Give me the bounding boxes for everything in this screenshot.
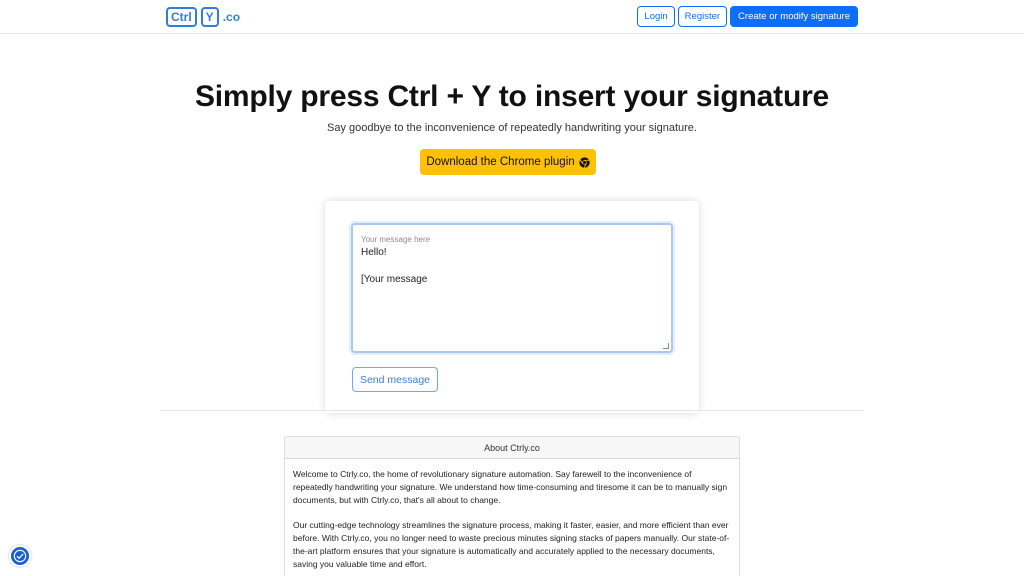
- resize-handle[interactable]: [663, 343, 669, 349]
- download-button-label: Download the Chrome plugin: [426, 156, 575, 168]
- section-divider: [160, 410, 864, 411]
- message-textarea[interactable]: Your message here Hello! [Your message: [351, 223, 673, 353]
- hero-title: Simply press Ctrl + Y to insert your sig…: [194, 80, 830, 113]
- logo-part-y: Y: [200, 7, 219, 27]
- register-button[interactable]: Register: [677, 6, 728, 27]
- hero-subtitle: Say goodbye to the inconvenience of repe…: [327, 122, 697, 134]
- nav-actions: Login Register Create or modify signatur…: [637, 6, 858, 27]
- navbar: Ctrl Y .co Login Register Create or modi…: [0, 0, 1024, 34]
- message-card: Your message here Hello! [Your message S…: [325, 201, 699, 413]
- logo[interactable]: Ctrl Y .co: [166, 7, 240, 27]
- about-card: About Ctrly.co Welcome to Ctrly.co, the …: [284, 436, 740, 576]
- logo-suffix: .co: [222, 10, 241, 24]
- about-title: About Ctrly.co: [285, 437, 739, 459]
- about-body: Welcome to Ctrly.co, the home of revolut…: [285, 459, 739, 571]
- message-line-1: Hello!: [361, 247, 387, 258]
- send-message-button[interactable]: Send message: [352, 367, 438, 392]
- accessibility-button[interactable]: [9, 545, 31, 567]
- chrome-icon: [579, 156, 590, 168]
- login-button[interactable]: Login: [637, 6, 675, 27]
- about-paragraph-1: Welcome to Ctrly.co, the home of revolut…: [293, 469, 728, 505]
- download-chrome-plugin-button[interactable]: Download the Chrome plugin: [420, 149, 596, 175]
- create-signature-button[interactable]: Create or modify signature: [730, 6, 858, 27]
- logo-part-ctrl: Ctrl: [166, 7, 197, 27]
- about-paragraph-2: Our cutting-edge technology streamlines …: [293, 520, 730, 569]
- accessibility-icon: [13, 549, 27, 563]
- message-placeholder: Your message here: [361, 235, 431, 244]
- message-line-2: [Your message: [361, 274, 428, 285]
